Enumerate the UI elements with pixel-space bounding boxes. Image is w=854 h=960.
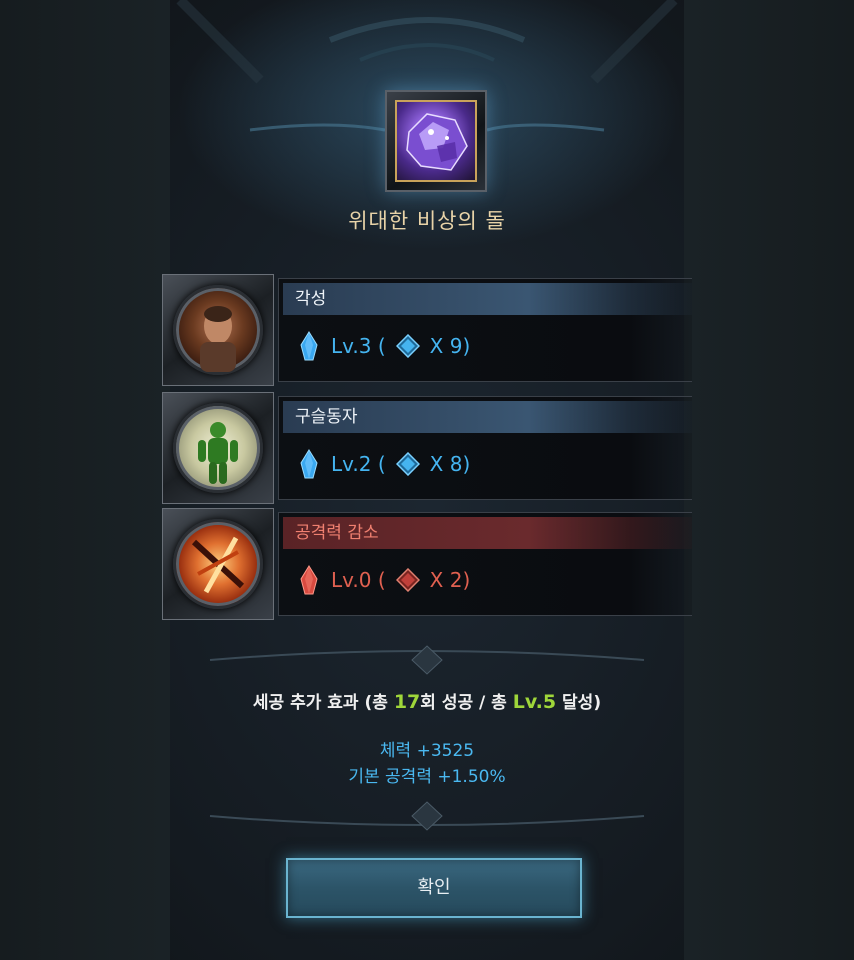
bonus-title-suffix: 달성) xyxy=(556,693,602,713)
skill-name: 구슬동자 xyxy=(283,401,692,433)
bonus-title-prefix: 세공 추가 효과 (총 xyxy=(252,693,394,713)
item-icon-frame xyxy=(385,90,487,192)
confirm-button[interactable]: 확인 xyxy=(286,858,582,918)
success-count: 17 xyxy=(393,691,421,713)
bonus-title: 세공 추가 효과 (총 17회 성공 / 총 Lv.5 달성) xyxy=(0,688,854,713)
skill-row-bead-child: 구슬동자 Lv.2 ( X 8) xyxy=(162,392,692,504)
count-text: X 9) xyxy=(429,334,471,358)
red-rune-icon xyxy=(395,568,420,592)
skill-panel: 공격력 감소 Lv.0 ( X 2) xyxy=(278,512,692,616)
ornament-divider-top xyxy=(209,645,645,675)
skill-row-attack-down: 공격력 감소 Lv.0 ( X 2) xyxy=(162,508,692,620)
portrait-frame xyxy=(162,274,274,386)
ornament-divider-bottom xyxy=(209,801,645,831)
level-text: Lv.2 ( xyxy=(331,452,386,476)
item-name: 위대한 비상의 돌 xyxy=(348,209,506,233)
skill-panel: 구슬동자 Lv.2 ( X 8) xyxy=(278,396,692,500)
blue-gem-icon xyxy=(300,331,318,361)
blue-rune-icon xyxy=(395,334,420,358)
count-text: X 8) xyxy=(429,452,471,476)
skill-row-awakening: 각성 Lv.3 ( X 9) xyxy=(162,274,692,386)
green-bead-figure-portrait-icon xyxy=(173,403,263,493)
blue-gem-icon xyxy=(300,449,318,479)
skill-level: Lv.0 ( X 2) xyxy=(299,565,470,595)
bonus-stat-attack: 기본 공격력 +1.50% xyxy=(348,767,506,787)
skill-name: 각성 xyxy=(283,283,692,315)
level-text: Lv.3 ( xyxy=(331,334,386,358)
skill-name: 공격력 감소 xyxy=(283,517,692,549)
portrait-frame xyxy=(162,508,274,620)
bonus-title-middle: 회 성공 / 총 xyxy=(420,693,513,713)
awakened-warrior-portrait-icon xyxy=(173,285,263,375)
bonus-stat-stamina: 체력 +3525 xyxy=(379,741,475,761)
level-text: Lv.0 ( xyxy=(331,568,386,592)
red-gem-icon xyxy=(300,565,318,595)
skill-level: Lv.2 ( X 8) xyxy=(299,449,470,479)
skill-level: Lv.3 ( X 9) xyxy=(299,331,470,361)
purple-crystal-stone-icon xyxy=(395,100,477,182)
total-level: Lv.5 xyxy=(512,691,557,713)
blue-rune-icon xyxy=(395,452,420,476)
count-text: X 2) xyxy=(429,568,471,592)
attack-down-portrait-icon xyxy=(173,519,263,609)
skill-panel: 각성 Lv.3 ( X 9) xyxy=(278,278,692,382)
portrait-frame xyxy=(162,392,274,504)
